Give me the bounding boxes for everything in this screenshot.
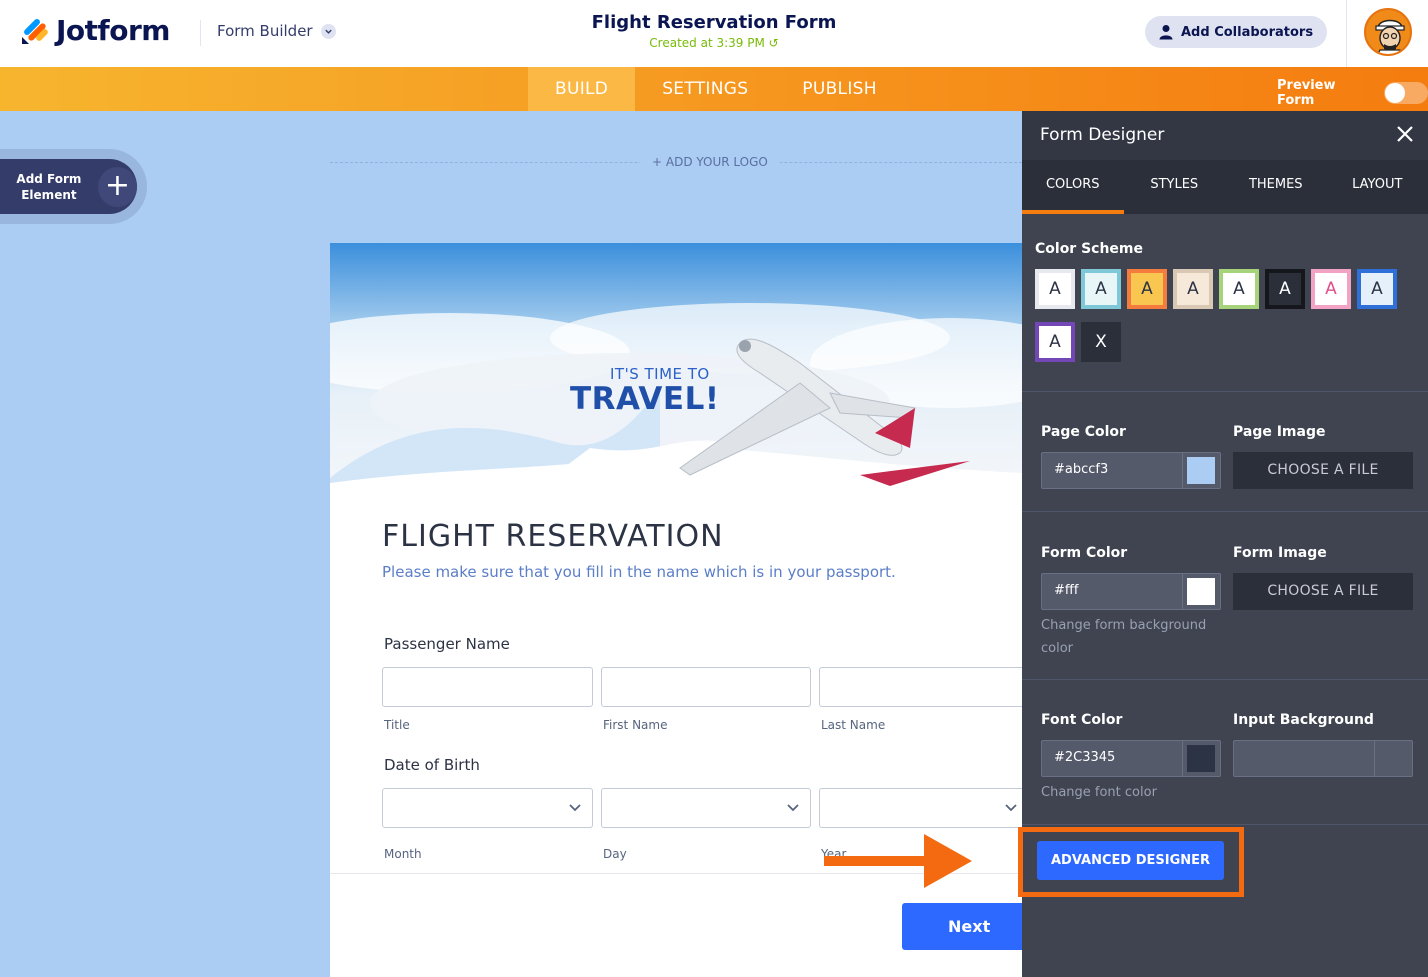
page-color-input[interactable]: #abccf3 xyxy=(1041,452,1221,489)
tab-publish[interactable]: PUBLISH xyxy=(775,67,904,111)
refresh-icon: ↺ xyxy=(768,36,779,50)
designer-tabs: COLORS STYLES THEMES LAYOUT xyxy=(1022,160,1428,214)
add-collaborators-button[interactable]: Add Collaborators xyxy=(1145,16,1328,48)
collab-label: Add Collaborators xyxy=(1181,24,1314,40)
form-image-choose-button[interactable]: CHOOSE A FILE xyxy=(1233,573,1413,610)
top-header: Jotform Form Builder Flight Reservation … xyxy=(0,0,1428,67)
form-color-chip xyxy=(1187,578,1215,605)
header-divider xyxy=(200,20,201,46)
color-scheme-swatch[interactable]: A xyxy=(1311,269,1351,309)
font-color-chip xyxy=(1187,745,1215,772)
preview-form-control: Preview Form xyxy=(1277,78,1428,108)
user-icon xyxy=(1159,25,1173,40)
month-select[interactable] xyxy=(382,788,593,828)
avatar-face-icon xyxy=(1375,19,1405,54)
day-select[interactable] xyxy=(601,788,811,828)
next-button[interactable]: Next xyxy=(902,903,1022,950)
title-sublabel: Title xyxy=(384,718,410,732)
section-divider xyxy=(1022,391,1428,392)
form-subheading[interactable]: Please make sure that you fill in the na… xyxy=(382,563,896,581)
color-scheme-swatch[interactable]: A xyxy=(1219,269,1259,309)
input-background-input[interactable] xyxy=(1233,740,1413,777)
plus-icon: + xyxy=(97,166,137,207)
first-name-input[interactable] xyxy=(601,667,811,707)
tab-colors[interactable]: COLORS xyxy=(1022,160,1124,214)
form-color-picker[interactable] xyxy=(1182,574,1220,609)
created-text: Created at 3:39 PM xyxy=(649,36,765,50)
font-color-picker[interactable] xyxy=(1182,741,1220,776)
page-image-choose-button[interactable]: CHOOSE A FILE xyxy=(1233,452,1413,489)
day-sublabel: Day xyxy=(603,847,627,861)
input-background-label: Input Background xyxy=(1233,712,1374,728)
first-name-sublabel: First Name xyxy=(603,718,668,732)
tab-themes[interactable]: THEMES xyxy=(1225,160,1327,214)
tab-build[interactable]: BUILD xyxy=(528,67,636,111)
color-scheme-swatch[interactable]: A xyxy=(1035,322,1075,362)
input-background-picker[interactable] xyxy=(1374,741,1412,776)
passenger-name-label[interactable]: Passenger Name xyxy=(384,635,510,653)
builder-navbar: BUILD SETTINGS PUBLISH Preview Form xyxy=(0,67,1428,111)
page-color-chip xyxy=(1187,457,1215,484)
page-color-label: Page Color xyxy=(1041,424,1126,440)
add-form-element-button[interactable]: Add Form Element + xyxy=(0,159,137,214)
arrow-right-icon xyxy=(824,834,972,888)
logo-text: Jotform xyxy=(56,14,170,47)
add-element-label: Add Form Element xyxy=(16,171,82,202)
tab-settings[interactable]: SETTINGS xyxy=(635,67,775,111)
chevron-down-icon xyxy=(1005,804,1017,812)
last-name-sublabel: Last Name xyxy=(821,718,886,732)
chevron-down-icon xyxy=(320,23,336,39)
preview-toggle[interactable] xyxy=(1384,82,1428,104)
chevron-down-icon xyxy=(569,804,581,812)
reset-scheme-swatch[interactable]: X xyxy=(1081,322,1121,362)
toggle-knob xyxy=(1385,83,1406,103)
page-color-value: #abccf3 xyxy=(1054,462,1109,477)
color-scheme-swatch[interactable]: A xyxy=(1127,269,1167,309)
form-color-label: Form Color xyxy=(1041,545,1128,561)
close-icon[interactable] xyxy=(1394,123,1416,145)
form-image-label: Form Image xyxy=(1233,545,1327,561)
font-color-value: #2C3345 xyxy=(1054,750,1116,765)
tab-layout[interactable]: LAYOUT xyxy=(1327,160,1428,214)
color-scheme-swatch[interactable]: A xyxy=(1035,269,1075,309)
tab-styles[interactable]: STYLES xyxy=(1124,160,1226,214)
jotform-logo-icon xyxy=(22,18,48,44)
section-divider xyxy=(1022,679,1428,680)
font-color-label: Font Color xyxy=(1041,712,1123,728)
builder-label: Form Builder xyxy=(217,22,313,40)
form-color-value: #fff xyxy=(1054,583,1079,598)
color-scheme-swatch[interactable]: A xyxy=(1357,269,1397,309)
year-select[interactable] xyxy=(819,788,1022,828)
color-scheme-swatch[interactable]: A xyxy=(1173,269,1213,309)
month-sublabel: Month xyxy=(384,847,422,861)
add-logo-link[interactable]: + ADD YOUR LOGO xyxy=(640,155,780,169)
section-divider xyxy=(1022,824,1428,825)
panel-header: Form Designer xyxy=(1022,111,1428,160)
date-of-birth-label[interactable]: Date of Birth xyxy=(384,756,480,774)
chevron-down-icon xyxy=(787,804,799,812)
page-image-label: Page Image xyxy=(1233,424,1326,440)
last-name-input[interactable] xyxy=(819,667,1022,707)
color-scheme-swatch[interactable]: A xyxy=(1081,269,1121,309)
builder-tabs: BUILD SETTINGS PUBLISH xyxy=(528,67,904,111)
user-avatar[interactable] xyxy=(1364,8,1412,56)
color-scheme-swatch[interactable]: A xyxy=(1265,269,1305,309)
form-builder-dropdown[interactable]: Form Builder xyxy=(217,22,336,40)
hero-title: TRAVEL! xyxy=(570,381,720,417)
page-color-picker[interactable] xyxy=(1182,453,1220,488)
panel-title: Form Designer xyxy=(1040,125,1165,145)
color-scheme-label: Color Scheme xyxy=(1035,241,1144,257)
section-divider xyxy=(1022,511,1428,512)
font-color-help: Change font color xyxy=(1041,785,1157,800)
title-input[interactable] xyxy=(382,667,593,707)
form-color-help: Change form background color xyxy=(1041,618,1207,656)
avatar-divider xyxy=(1346,0,1347,67)
advanced-designer-button[interactable]: ADVANCED DESIGNER xyxy=(1037,841,1224,880)
font-color-input[interactable]: #2C3345 xyxy=(1041,740,1221,777)
jotform-logo[interactable]: Jotform xyxy=(20,14,170,47)
form-color-input[interactable]: #fff xyxy=(1041,573,1221,610)
preview-label: Preview Form xyxy=(1277,78,1336,108)
form-heading[interactable]: FLIGHT RESERVATION xyxy=(382,519,724,554)
